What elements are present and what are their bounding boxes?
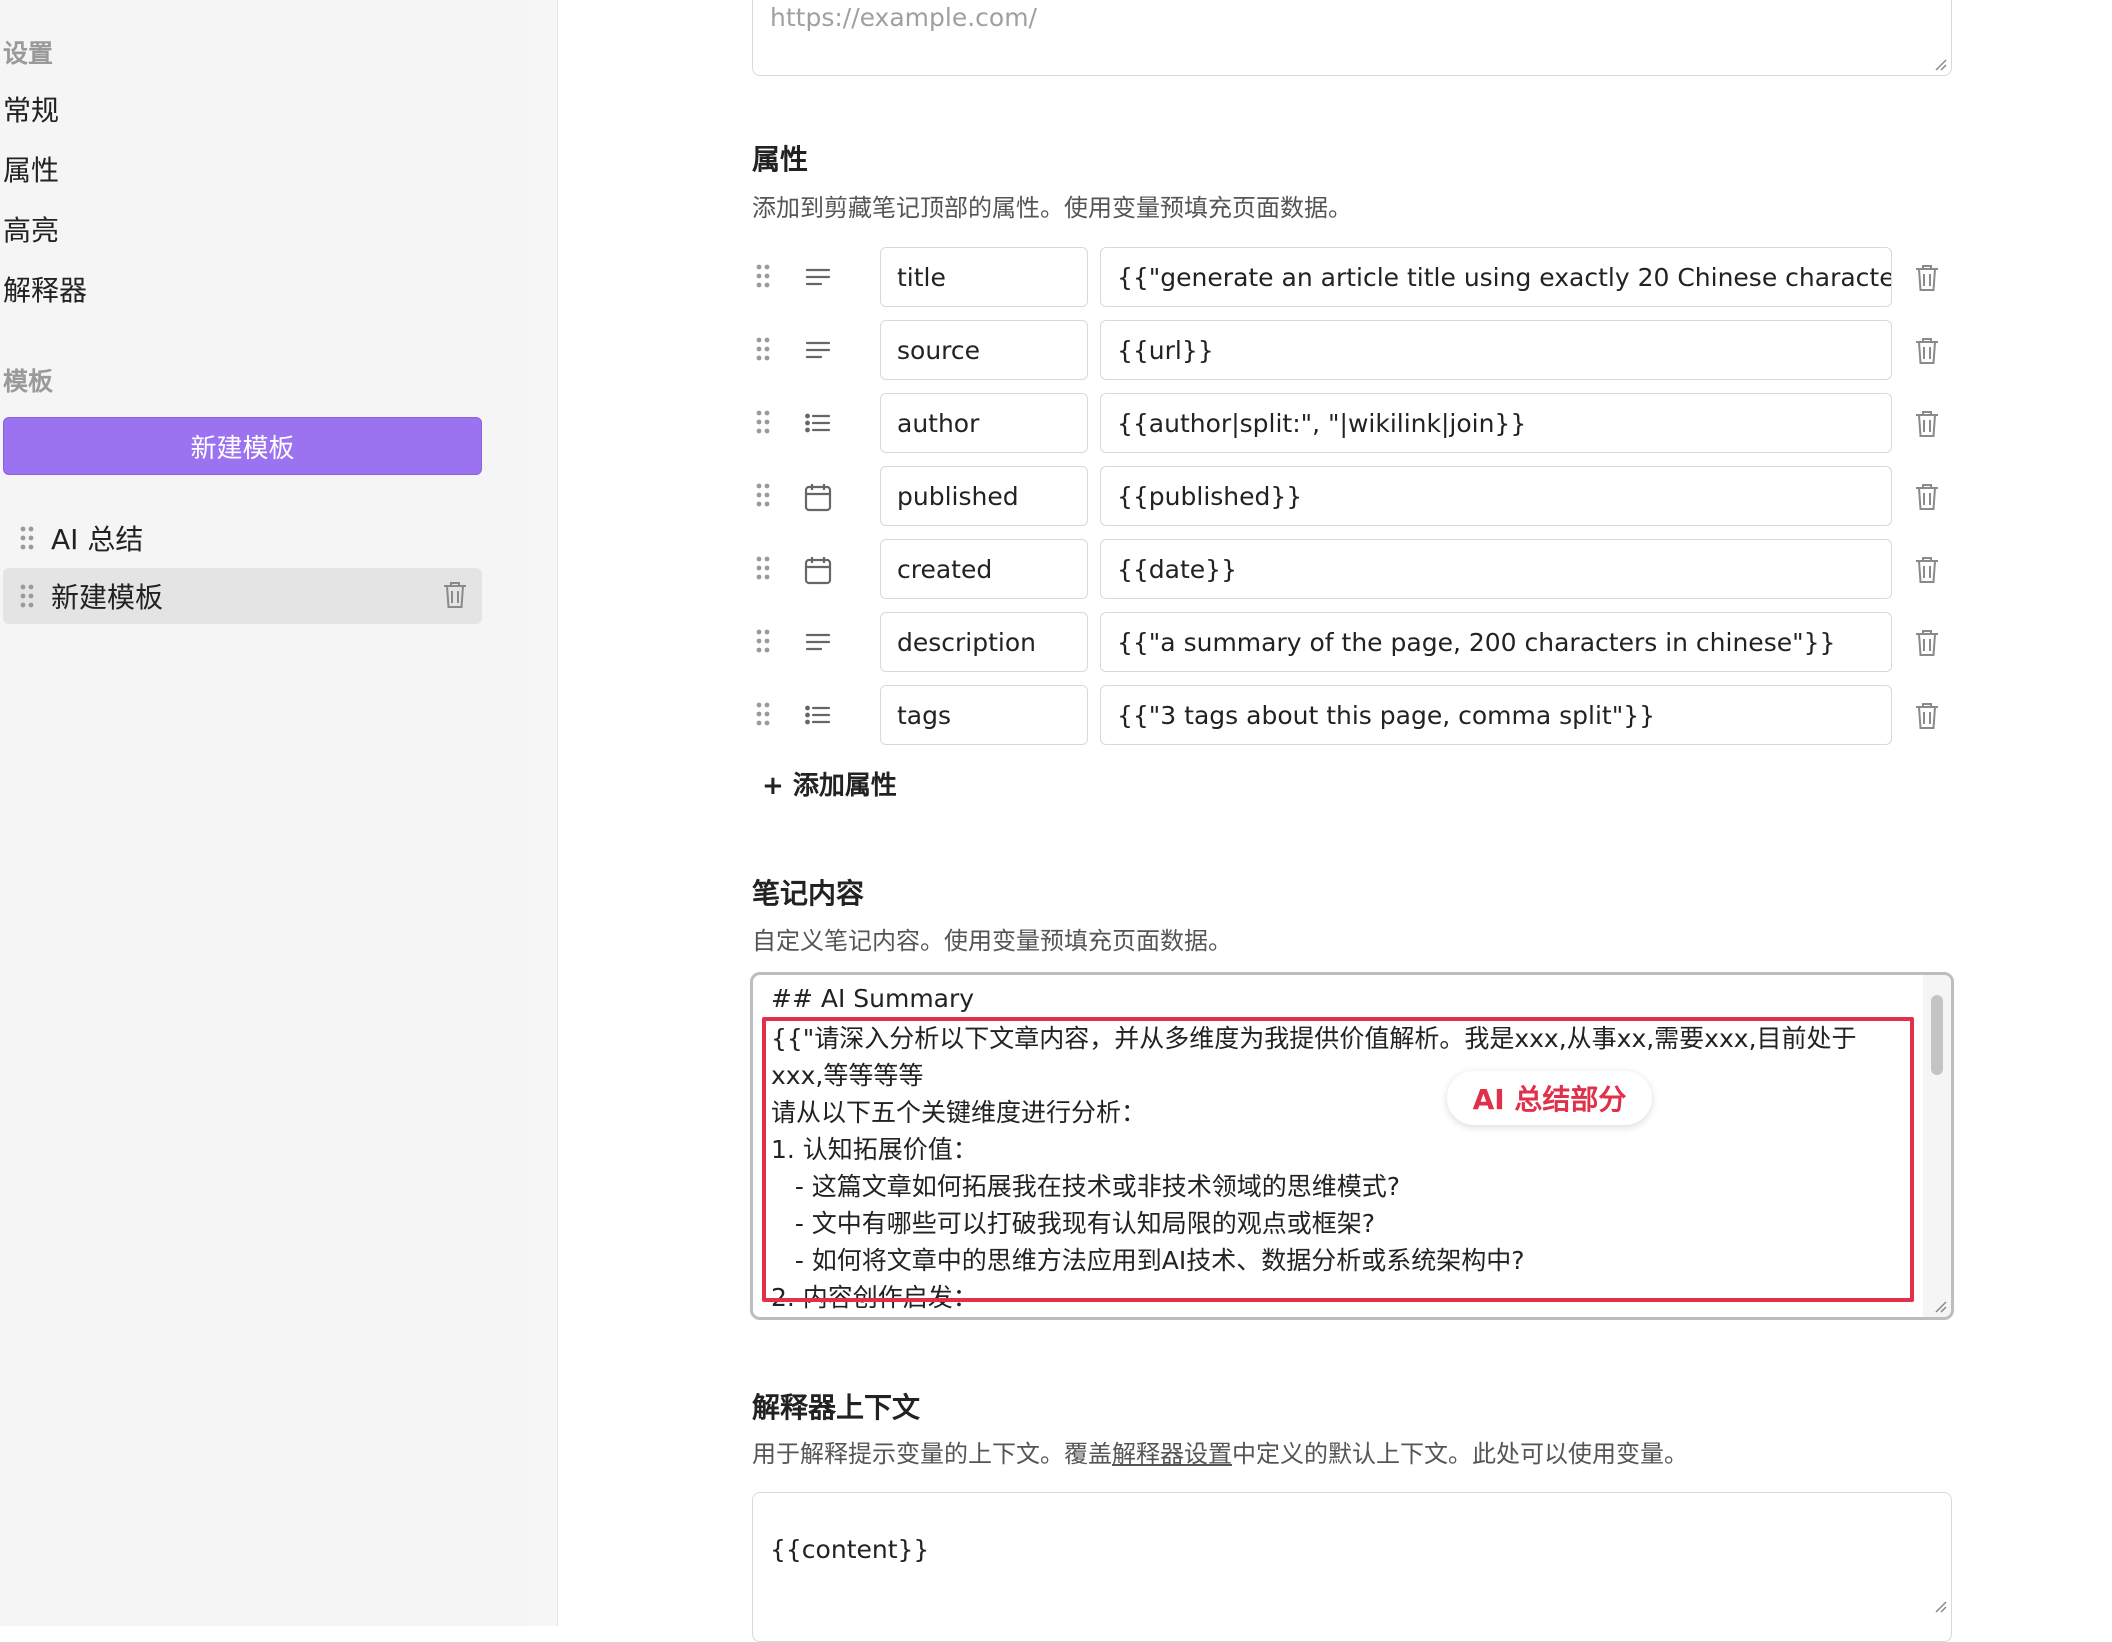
sidebar-item-properties[interactable]: 属性 [3, 149, 59, 189]
calendar-icon[interactable] [804, 482, 832, 516]
scrollbar-thumb[interactable] [1931, 995, 1943, 1075]
new-template-button[interactable]: 新建模板 [3, 417, 482, 475]
note-content-description: 自定义笔记内容。使用变量预填充页面数据。 [752, 927, 1232, 955]
drag-handle-icon[interactable] [756, 629, 770, 657]
property-value-input[interactable]: {{date}} [1100, 539, 1892, 599]
trash-icon[interactable] [1914, 628, 1940, 662]
desc-text: 用于解释提示变量的上下文。覆盖 [752, 1440, 1112, 1468]
property-name-input[interactable]: author [880, 393, 1088, 453]
note-content-title: 笔记内容 [752, 877, 865, 910]
trash-icon[interactable] [1914, 555, 1940, 589]
property-name-input[interactable]: published [880, 466, 1088, 526]
panel-divider [529, 0, 558, 1626]
trash-icon[interactable] [1914, 482, 1940, 516]
text-lines-icon[interactable] [804, 263, 832, 295]
drag-handle-icon[interactable] [17, 526, 37, 550]
interpreter-context-description: 用于解释提示变量的上下文。覆盖解释器设置中定义的默认上下文。此处可以使用变量。 [752, 1434, 1688, 1469]
trash-icon[interactable] [1914, 263, 1940, 297]
add-property-button[interactable]: + 添加属性 [762, 765, 897, 802]
interpreter-context-title: 解释器上下文 [752, 1391, 921, 1424]
property-row-tags: tags {{"3 tags about this page, comma spl… [752, 685, 1952, 745]
property-name-input[interactable]: tags [880, 685, 1088, 745]
annotation-label: AI 总结部分 [1447, 1071, 1652, 1125]
templates-heading: 模板 [3, 367, 54, 396]
property-row-author: author {{author|split:", "|wikilink|join}… [752, 393, 1952, 453]
text-lines-icon[interactable] [804, 336, 832, 368]
sidebar-item-highlights[interactable]: 高亮 [3, 209, 59, 249]
properties-title: 属性 [752, 143, 809, 176]
resize-handle-icon[interactable] [1933, 1299, 1947, 1313]
template-label: AI 总结 [51, 523, 144, 556]
property-name-input[interactable]: source [880, 320, 1088, 380]
property-row-created: created {{date}} [752, 539, 1952, 599]
template-item-ai-summary[interactable]: AI 总结 [3, 510, 482, 566]
calendar-icon[interactable] [804, 555, 832, 589]
interpreter-context-value: {{content}} [770, 1535, 930, 1564]
annotation-highlight-box [762, 1017, 1914, 1302]
url-field[interactable]: https://example.com/ [752, 0, 1952, 76]
list-icon[interactable] [804, 701, 832, 733]
content-line: ## AI Summary [771, 984, 975, 1013]
drag-handle-icon[interactable] [756, 556, 770, 584]
list-icon[interactable] [804, 409, 832, 441]
template-label: 新建模板 [51, 581, 164, 614]
drag-handle-icon[interactable] [756, 264, 770, 292]
property-value-input[interactable]: {{"a summary of the page, 200 characters… [1100, 612, 1892, 672]
properties-description: 添加到剪藏笔记顶部的属性。使用变量预填充页面数据。 [752, 194, 1352, 222]
trash-icon[interactable] [1914, 701, 1940, 735]
trash-icon[interactable] [442, 580, 468, 610]
interpreter-context-field[interactable]: {{content}} [752, 1492, 1952, 1642]
property-value-input[interactable]: {{"generate an article title using exact… [1100, 247, 1892, 307]
drag-handle-icon[interactable] [17, 584, 37, 608]
property-value-input[interactable]: {{url}} [1100, 320, 1892, 380]
drag-handle-icon[interactable] [756, 702, 770, 730]
scrollbar[interactable] [1923, 975, 1951, 1317]
interpreter-settings-link[interactable]: 解释器设置 [1112, 1440, 1232, 1468]
sidebar-item-interpreter[interactable]: 解释器 [3, 269, 87, 309]
trash-icon[interactable] [1914, 336, 1940, 370]
resize-handle-icon[interactable] [1933, 1599, 1947, 1613]
settings-heading: 设置 [3, 39, 54, 68]
property-value-input[interactable]: {{published}} [1100, 466, 1892, 526]
property-row-published: published {{published}} [752, 466, 1952, 526]
url-field-placeholder: https://example.com/ [770, 3, 1037, 32]
trash-icon[interactable] [1914, 409, 1940, 443]
template-item-new-template[interactable]: 新建模板 [3, 568, 482, 624]
resize-handle-icon[interactable] [1933, 57, 1947, 71]
property-row-source: source {{url}} [752, 320, 1952, 380]
property-name-input[interactable]: created [880, 539, 1088, 599]
drag-handle-icon[interactable] [756, 410, 770, 438]
property-row-description: description {{"a summary of the page, 200… [752, 612, 1952, 672]
drag-handle-icon[interactable] [756, 337, 770, 365]
property-row-title: title {{"generate an article title using … [752, 247, 1952, 307]
desc-text: 中定义的默认上下文。此处可以使用变量。 [1232, 1440, 1688, 1468]
property-value-input[interactable]: {{author|split:", "|wikilink|join}} [1100, 393, 1892, 453]
sidebar: 设置 常规 属性 高亮 解释器 模板 新建模板 AI 总结 新建模板 [0, 0, 530, 1626]
property-value-input[interactable]: {{"3 tags about this page, comma split"}… [1100, 685, 1892, 745]
text-lines-icon[interactable] [804, 628, 832, 660]
property-name-input[interactable]: description [880, 612, 1088, 672]
drag-handle-icon[interactable] [756, 483, 770, 511]
sidebar-item-general[interactable]: 常规 [3, 89, 59, 129]
property-name-input[interactable]: title [880, 247, 1088, 307]
